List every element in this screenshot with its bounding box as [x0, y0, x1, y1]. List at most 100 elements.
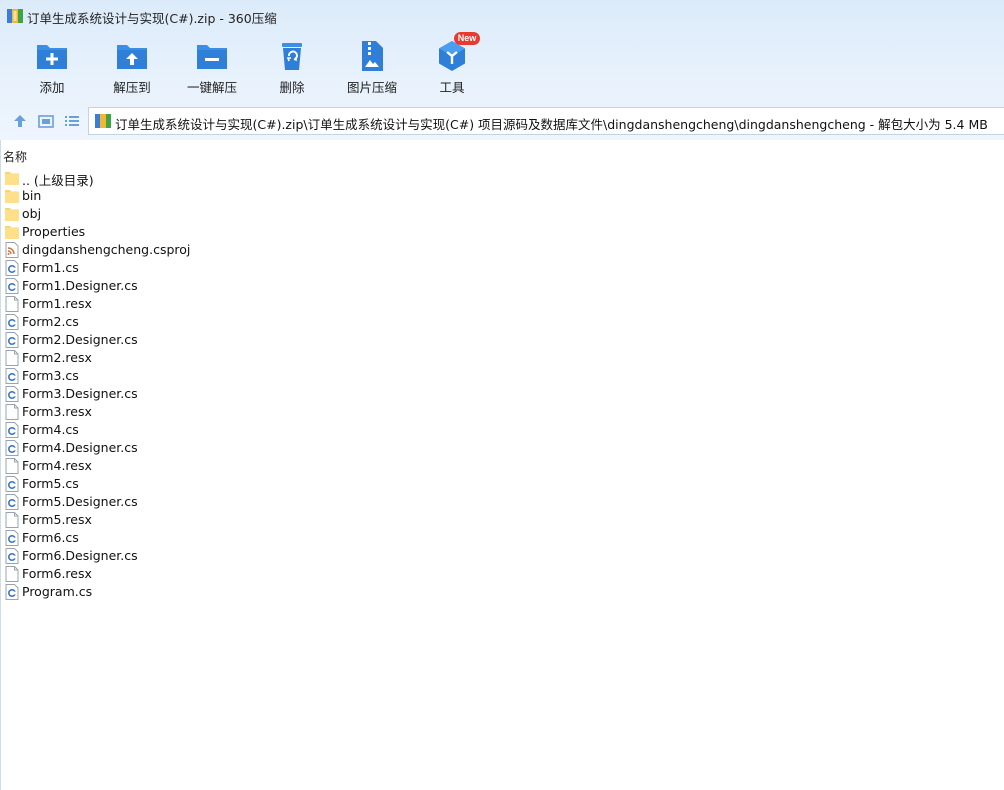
add-button[interactable]: 添加 [12, 36, 92, 98]
csharp-file-icon [5, 368, 19, 384]
file-name: Form5.cs [22, 476, 79, 491]
file-row[interactable]: Form2.cs [5, 313, 305, 331]
generic-file-icon [5, 296, 19, 312]
file-row[interactable]: Form4.Designer.cs [5, 439, 305, 457]
folder-icon [5, 226, 19, 239]
csharp-file-icon [5, 548, 19, 564]
extract-to-icon [117, 45, 147, 69]
folder-icon [5, 208, 19, 221]
extract-to-label: 解压到 [113, 80, 151, 95]
file-name: Form2.Designer.cs [22, 332, 138, 347]
file-name: bin [22, 188, 42, 203]
one-click-extract-button[interactable]: 一键解压 [172, 36, 252, 98]
list-view-icon[interactable] [63, 112, 81, 130]
file-name: Form1.resx [22, 296, 92, 311]
one-click-extract-label: 一键解压 [186, 80, 237, 95]
archive-app-icon [7, 9, 23, 23]
csharp-file-icon [5, 440, 19, 456]
folder-row[interactable]: .. (上级目录) [5, 169, 305, 188]
file-row[interactable]: Form6.cs [5, 529, 305, 547]
extract-to-button[interactable]: 解压到 [92, 36, 172, 98]
file-row[interactable]: Form5.resx [5, 511, 305, 529]
generic-file-icon [5, 350, 19, 366]
top-chrome: 订单生成系统设计与实现(C#).zip - 360压缩 添加 解压到 一键解压 … [0, 0, 1004, 140]
folder-row[interactable]: Properties [5, 223, 305, 241]
folder-row[interactable]: bin [5, 187, 305, 205]
file-name: Form1.cs [22, 260, 79, 275]
file-name: Form1.Designer.cs [22, 278, 138, 293]
csharp-file-icon [5, 530, 19, 546]
image-compress-icon [362, 41, 383, 71]
file-row[interactable]: Form1.cs [5, 259, 305, 277]
archive-icon [95, 114, 111, 128]
file-name: Form3.Designer.cs [22, 386, 138, 401]
file-name: Form5.Designer.cs [22, 494, 138, 509]
add-label: 添加 [39, 80, 65, 95]
delete-button[interactable]: 删除 [252, 36, 332, 98]
column-header-name[interactable]: 名称 [3, 148, 27, 165]
title-bar: 订单生成系统设计与实现(C#).zip - 360压缩 [0, 0, 1004, 32]
csharp-file-icon [5, 386, 19, 402]
csharp-file-icon [5, 422, 19, 438]
csharp-file-icon [5, 278, 19, 294]
file-row[interactable]: Form1.resx [5, 295, 305, 313]
file-row[interactable]: Form4.resx [5, 457, 305, 475]
csharp-file-icon [5, 494, 19, 510]
file-row[interactable]: Form4.cs [5, 421, 305, 439]
file-row[interactable]: Program.cs [5, 583, 305, 601]
folder-row[interactable]: obj [5, 205, 305, 223]
file-row[interactable]: Form3.resx [5, 403, 305, 421]
file-name: Form5.resx [22, 512, 92, 527]
folder-icon [5, 172, 19, 185]
file-name: Form4.Designer.cs [22, 440, 138, 455]
file-row[interactable]: Form3.Designer.cs [5, 385, 305, 403]
generic-file-icon [5, 566, 19, 582]
file-name: obj [22, 206, 42, 221]
path-text: 订单生成系统设计与实现(C#).zip\订单生成系统设计与实现(C#) 项目源码… [115, 117, 988, 132]
file-row[interactable]: Form3.cs [5, 367, 305, 385]
file-name: dingdanshengcheng.csproj [22, 242, 191, 257]
window-title: 订单生成系统设计与实现(C#).zip - 360压缩 [27, 11, 277, 26]
file-name: Form2.resx [22, 350, 92, 365]
file-name: Form4.cs [22, 422, 79, 437]
csharp-file-icon [5, 476, 19, 492]
file-rows: .. (上级目录) bin obj Properties dingdanshengche… [5, 169, 305, 601]
navigation-bar: 订单生成系统设计与实现(C#).zip\订单生成系统设计与实现(C#) 项目源码… [0, 104, 1004, 138]
file-row[interactable]: Form6.resx [5, 565, 305, 583]
one-click-extract-icon [197, 45, 227, 69]
csharp-file-icon [5, 260, 19, 276]
add-icon [37, 45, 67, 69]
file-name: Form3.cs [22, 368, 79, 383]
tools-button[interactable]: 工具 [412, 36, 492, 98]
file-row[interactable]: Form6.Designer.cs [5, 547, 305, 565]
file-list: 名称 .. (上级目录) bin obj Properties dingdansheng… [0, 140, 1004, 790]
file-name: Properties [22, 224, 86, 239]
image-compress-label: 图片压缩 [346, 80, 397, 95]
delete-label: 删除 [279, 80, 305, 95]
file-row[interactable]: Form1.Designer.cs [5, 277, 305, 295]
toolbar: 添加 解压到 一键解压 删除 图片压缩 工具 New [0, 32, 1004, 100]
csharp-file-icon [5, 584, 19, 600]
file-row[interactable]: Form5.Designer.cs [5, 493, 305, 511]
file-name: Form4.resx [22, 458, 92, 473]
file-name: Form2.cs [22, 314, 79, 329]
file-name: Form6.Designer.cs [22, 548, 138, 563]
file-name: Form6.cs [22, 530, 79, 545]
recycle-bin-icon [282, 43, 302, 70]
tools-label: 工具 [439, 80, 465, 95]
file-row[interactable]: Form2.Designer.cs [5, 331, 305, 349]
generic-file-icon [5, 512, 19, 528]
path-bar[interactable]: 订单生成系统设计与实现(C#).zip\订单生成系统设计与实现(C#) 项目源码… [88, 107, 1004, 135]
file-row[interactable]: dingdanshengcheng.csproj [5, 241, 305, 259]
file-row[interactable]: Form5.cs [5, 475, 305, 493]
csharp-file-icon [5, 314, 19, 330]
file-name: Form3.resx [22, 404, 92, 419]
generic-file-icon [5, 404, 19, 420]
thumbnail-view-icon[interactable] [37, 112, 55, 130]
new-badge: New [454, 32, 480, 45]
image-compress-button[interactable]: 图片压缩 [332, 36, 412, 98]
file-row[interactable]: Form2.resx [5, 349, 305, 367]
folder-icon [5, 190, 19, 203]
csharp-file-icon [5, 332, 19, 348]
up-arrow-icon[interactable] [11, 112, 29, 130]
